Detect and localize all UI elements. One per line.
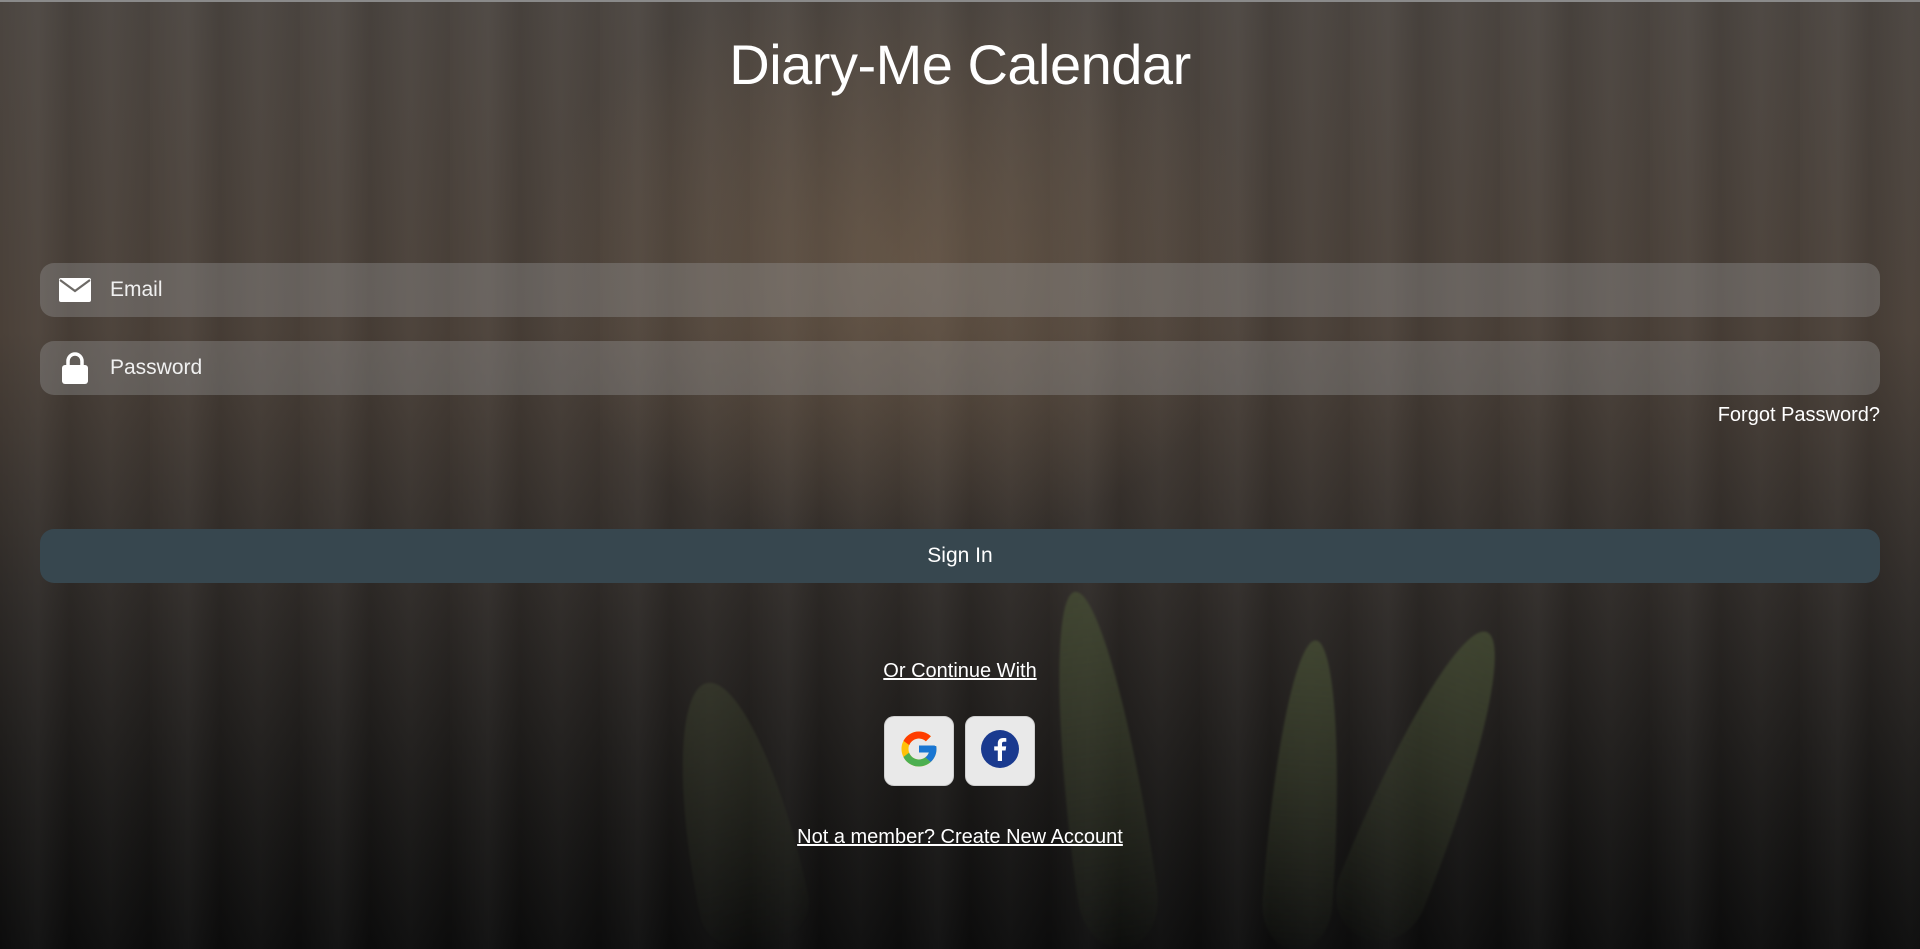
envelope-icon — [40, 263, 110, 317]
google-icon — [898, 728, 940, 774]
social-login-heading-container: Or Continue With — [0, 660, 1920, 683]
plant-leaf-decor — [1035, 586, 1165, 949]
create-account-link[interactable]: Not a member? Create New Account — [797, 826, 1123, 848]
page-title: Diary-Me Calendar — [729, 33, 1191, 96]
register-container: Not a member? Create New Account — [0, 826, 1920, 849]
lock-icon — [40, 341, 110, 395]
password-input[interactable] — [110, 341, 1880, 395]
sign-in-button[interactable]: Sign In — [40, 529, 1880, 583]
forgot-password-link[interactable]: Forgot Password? — [1718, 404, 1880, 427]
top-border — [0, 0, 1920, 2]
social-login-heading: Or Continue With — [883, 660, 1037, 682]
plant-leaf-decor — [653, 671, 817, 949]
facebook-icon — [979, 728, 1021, 774]
background-image — [0, 0, 1920, 949]
email-input[interactable] — [110, 263, 1880, 317]
password-field-container[interactable] — [40, 341, 1880, 395]
facebook-login-button[interactable] — [965, 716, 1035, 786]
email-field-container[interactable] — [40, 263, 1880, 317]
google-login-button[interactable] — [884, 716, 954, 786]
